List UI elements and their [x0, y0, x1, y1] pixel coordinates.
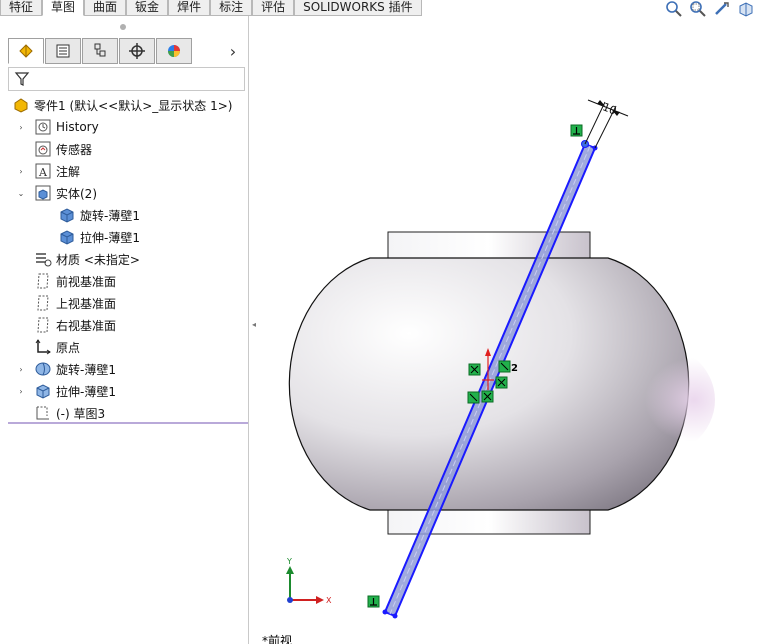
chevron-right-icon[interactable]: › — [16, 122, 26, 132]
material-icon — [34, 250, 52, 268]
more-tabs-button[interactable]: › — [221, 38, 245, 64]
view-toolbar — [664, 0, 756, 20]
body-highlight — [575, 340, 715, 460]
tab-evaluate[interactable]: 评估 — [252, 0, 295, 16]
annotation-icon: A — [34, 162, 52, 180]
tree-item-label: 传感器 — [56, 142, 93, 157]
tree-item-label: 上视基准面 — [56, 296, 117, 311]
tree-item-sensors[interactable]: 传感器 — [0, 138, 249, 160]
propertymanager-tab-icon[interactable] — [45, 38, 81, 64]
top-collar[interactable] — [387, 231, 591, 261]
part-icon — [12, 96, 30, 114]
plane-icon — [34, 316, 52, 334]
panel-grip[interactable] — [120, 24, 126, 30]
tree-filter[interactable] — [8, 67, 245, 91]
tree-root-label: 零件1 (默认<<默认>_显示状态 1>) — [34, 98, 233, 113]
tree-item-front-plane[interactable]: 前视基准面 — [0, 270, 249, 292]
sketch-icon — [34, 404, 52, 422]
tree-root-part[interactable]: 零件1 (默认<<默认>_显示状态 1>) — [0, 94, 249, 116]
view-triad[interactable]: Y X — [286, 557, 332, 605]
body-icon — [58, 228, 76, 246]
tree-item-label: 实体(2) — [56, 186, 97, 201]
tree-item-label: 拉伸-薄壁1 — [56, 384, 116, 399]
perpendicular-relation-icon[interactable] — [367, 595, 380, 608]
featuremanager-tab-icon[interactable] — [8, 38, 44, 64]
relation-count: 2 — [511, 363, 518, 374]
feature-tree: 零件1 (默认<<默认>_显示状态 1>) › History 传感器 › A … — [0, 94, 249, 424]
perpendicular-relation-icon[interactable] — [570, 124, 583, 137]
configurationmanager-tab-icon[interactable] — [82, 38, 118, 64]
tree-item-annotations[interactable]: › A 注解 — [0, 160, 249, 182]
tree-item-extrude-feature[interactable]: › 拉伸-薄壁1 — [0, 380, 249, 402]
sketch-point[interactable] — [392, 613, 398, 619]
tab-solidworks-addins[interactable]: SOLIDWORKS 插件 — [294, 0, 422, 16]
zoom-to-fit-icon[interactable] — [664, 0, 684, 18]
triad-y-label: Y — [286, 557, 292, 566]
tree-item-body-revolve[interactable]: 旋转-薄壁1 — [0, 204, 249, 226]
feature-manager-panel: › 零件1 (默认<<默认>_显示状态 1>) › History 传感器 › … — [0, 16, 249, 644]
tab-weldments[interactable]: 焊件 — [168, 0, 211, 16]
tab-features[interactable]: 特征 — [0, 0, 43, 16]
chevron-right-icon[interactable]: › — [16, 166, 26, 176]
dimension-value[interactable]: 10 — [601, 100, 619, 117]
sketch-point[interactable] — [382, 609, 388, 615]
tab-surfaces[interactable]: 曲面 — [84, 0, 127, 16]
tab-sheet-metal[interactable]: 钣金 — [126, 0, 169, 16]
tree-item-revolve-feature[interactable]: › 旋转-薄壁1 — [0, 358, 249, 380]
solid-bodies-icon — [34, 184, 52, 202]
plane-icon — [34, 294, 52, 312]
zoom-area-icon[interactable] — [688, 0, 708, 18]
tree-item-solid-bodies[interactable]: ⌄ 实体(2) — [0, 182, 249, 204]
tree-item-label: 右视基准面 — [56, 318, 117, 333]
tree-item-body-extrude[interactable]: 拉伸-薄壁1 — [0, 226, 249, 248]
coincident-relation-icon[interactable] — [481, 390, 494, 403]
tree-item-sketch3[interactable]: (-) 草图3 — [0, 402, 249, 424]
graphics-area[interactable]: 10 2 Y X — [260, 20, 772, 644]
tree-end-separator — [8, 422, 248, 424]
coincident-relation-icon[interactable] — [495, 376, 508, 389]
plane-icon — [34, 272, 52, 290]
view-orientation-label: *前视 — [262, 634, 293, 644]
tab-sketch[interactable]: 草图 — [42, 0, 85, 16]
coincident-relation-icon[interactable] — [468, 363, 481, 376]
revolve-icon — [34, 360, 52, 378]
tree-item-label: 旋转-薄壁1 — [80, 208, 140, 223]
section-view-icon[interactable] — [736, 0, 756, 18]
expander-empty — [16, 144, 26, 154]
tree-item-label: 原点 — [56, 340, 81, 355]
svg-text:A: A — [38, 166, 48, 179]
filter-icon[interactable] — [14, 71, 30, 87]
extrude-icon — [34, 382, 52, 400]
previous-view-icon[interactable] — [712, 0, 732, 18]
tree-item-label: 旋转-薄壁1 — [56, 362, 116, 377]
coincident-relation-icon[interactable] — [498, 360, 511, 373]
coincident-relation-icon[interactable] — [467, 391, 480, 404]
tree-item-material[interactable]: 材质 <未指定> — [0, 248, 249, 270]
display-manager-tab-icon[interactable] — [156, 38, 192, 64]
manager-tabs: › — [8, 38, 248, 66]
tree-item-top-plane[interactable]: 上视基准面 — [0, 292, 249, 314]
body-icon — [58, 206, 76, 224]
tree-item-origin[interactable]: 原点 — [0, 336, 249, 358]
command-manager-tabs: 特征 草图 曲面 钣金 焊件 标注 评估 SOLIDWORKS 插件 — [0, 0, 520, 16]
tree-item-label: 注解 — [56, 164, 81, 179]
tab-markup[interactable]: 标注 — [210, 0, 253, 16]
history-icon — [34, 118, 52, 136]
tree-item-right-plane[interactable]: 右视基准面 — [0, 314, 249, 336]
tree-item-label: (-) 草图3 — [56, 406, 106, 421]
chevron-down-icon[interactable]: ⌄ — [16, 188, 26, 198]
dimxpert-tab-icon[interactable] — [119, 38, 155, 64]
triad-x-label: X — [326, 596, 332, 605]
tree-item-history[interactable]: › History — [0, 116, 249, 138]
tree-item-label: 前视基准面 — [56, 274, 117, 289]
origin-icon — [34, 338, 52, 356]
chevron-right-icon[interactable]: › — [16, 386, 26, 396]
tree-item-label: History — [56, 120, 99, 134]
chevron-right-icon[interactable]: › — [16, 364, 26, 374]
tree-item-label: 材质 <未指定> — [56, 252, 140, 267]
sensor-icon — [34, 140, 52, 158]
tree-item-label: 拉伸-薄壁1 — [80, 230, 140, 245]
panel-splitter[interactable]: ◂ — [250, 318, 258, 330]
